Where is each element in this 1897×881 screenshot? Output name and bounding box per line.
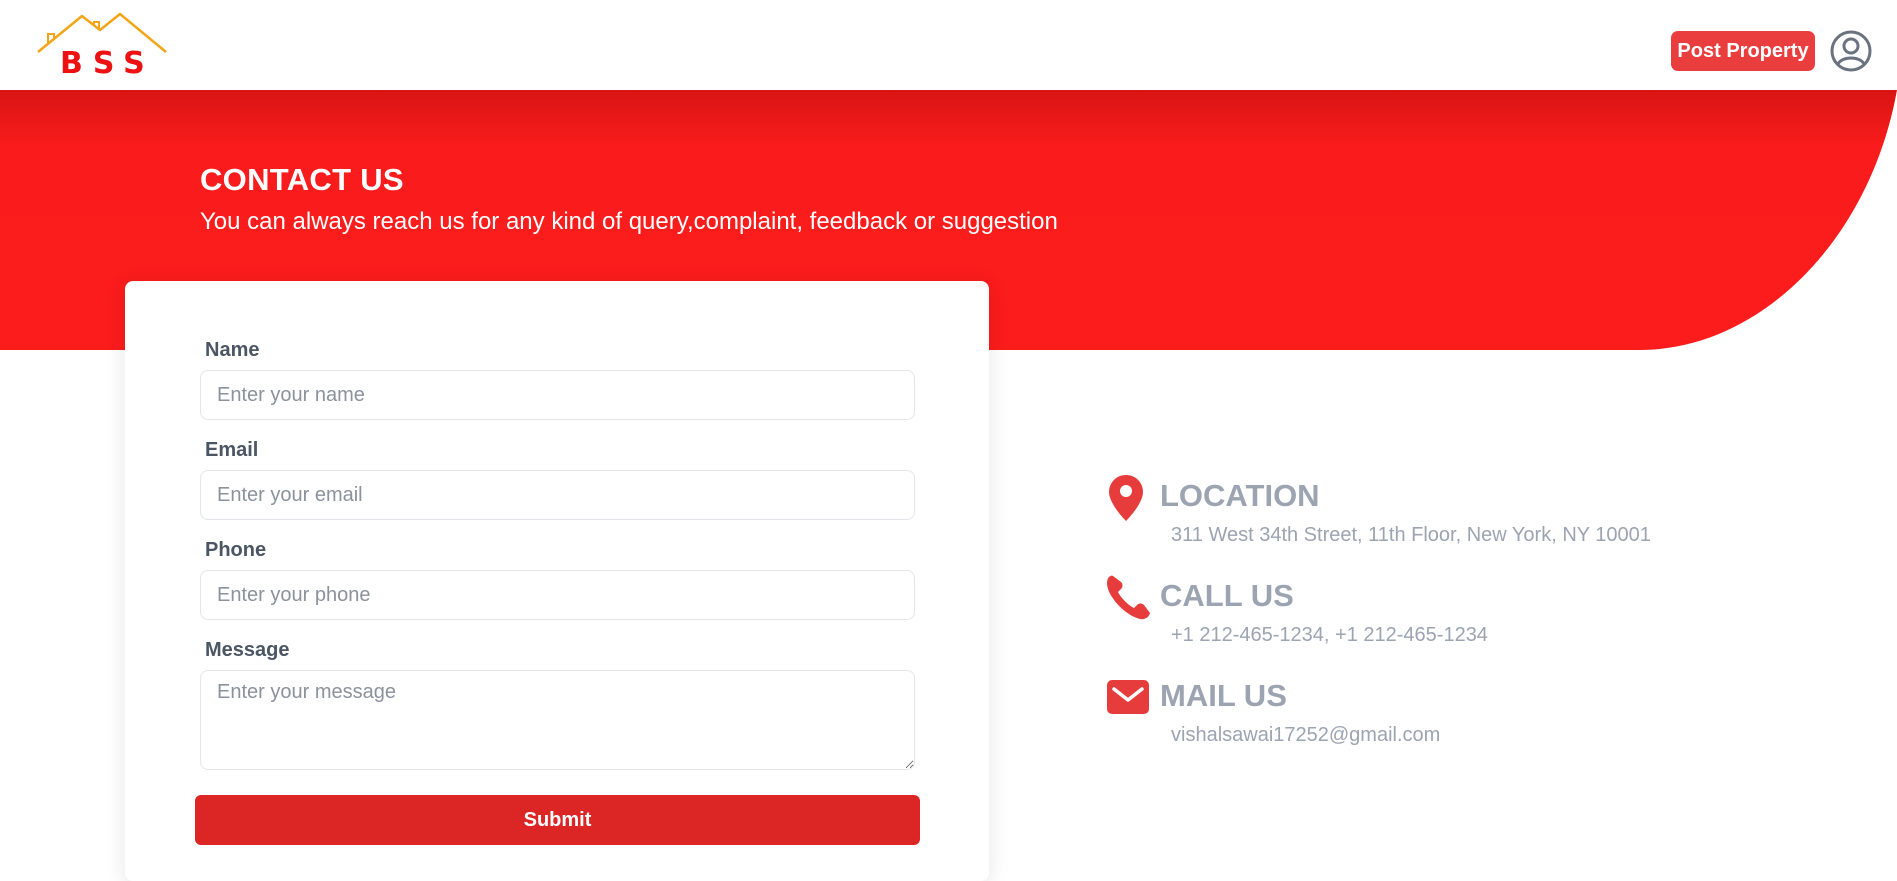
location-address: 311 West 34th Street, 11th Floor, New Yo… bbox=[1171, 524, 1651, 546]
contact-form-card: Name Email Phone Message Submit bbox=[125, 281, 989, 881]
site-header: BSS Post Property bbox=[0, 0, 1897, 90]
logo-text: BSS bbox=[60, 46, 155, 81]
phone-label: Phone bbox=[205, 539, 267, 561]
submit-button[interactable]: Submit bbox=[195, 795, 920, 845]
call-us-numbers: +1 212-465-1234, +1 212-465-1234 bbox=[1171, 624, 1488, 646]
message-label: Message bbox=[205, 639, 290, 661]
mail-us-title: MAIL US bbox=[1160, 678, 1287, 713]
page-title: CONTACT US bbox=[200, 162, 404, 197]
phone-icon bbox=[1107, 575, 1150, 620]
user-circle-icon[interactable] bbox=[1829, 29, 1873, 73]
name-label: Name bbox=[205, 339, 260, 361]
page-subtitle: You can always reach us for any kind of … bbox=[200, 208, 1058, 235]
email-label: Email bbox=[205, 439, 259, 461]
post-property-button[interactable]: Post Property bbox=[1671, 31, 1815, 71]
phone-input[interactable] bbox=[200, 570, 915, 620]
location-title: LOCATION bbox=[1160, 478, 1320, 513]
brand-logo[interactable]: BSS bbox=[36, 12, 168, 82]
envelope-icon bbox=[1107, 680, 1149, 714]
name-input[interactable] bbox=[200, 370, 915, 420]
message-textarea[interactable] bbox=[200, 670, 915, 770]
mail-us-email: vishalsawai17252@gmail.com bbox=[1171, 724, 1441, 746]
call-us-title: CALL US bbox=[1160, 578, 1294, 613]
map-pin-icon bbox=[1109, 475, 1143, 521]
email-input[interactable] bbox=[200, 470, 915, 520]
